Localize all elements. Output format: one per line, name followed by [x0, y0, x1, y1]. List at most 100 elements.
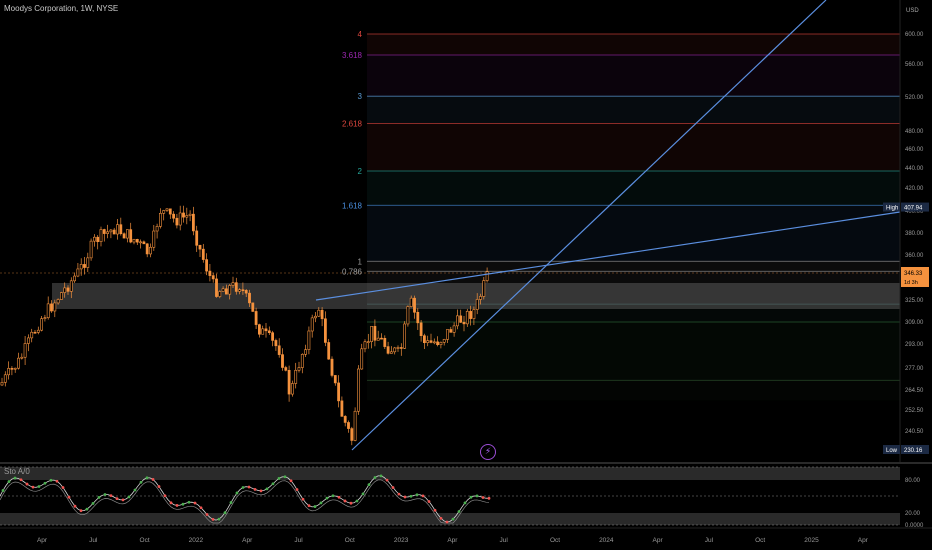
candle-body — [422, 335, 426, 344]
candle-body — [69, 280, 73, 292]
candle-body — [20, 356, 24, 359]
candle-body — [347, 422, 350, 429]
candle-body — [126, 229, 129, 239]
fib-band — [367, 55, 900, 97]
price-tick-label: 264.50 — [905, 388, 924, 394]
stoch-dot — [19, 478, 23, 482]
time-tick-label: Oct — [140, 537, 150, 544]
candle-body — [132, 239, 136, 243]
candle-body — [376, 337, 380, 341]
indicator-title: Sto A/0 — [4, 467, 30, 476]
candle-body — [482, 280, 486, 297]
stoch-dot — [349, 501, 353, 505]
stoch-dot — [367, 483, 371, 487]
price-tick-label: 277.00 — [905, 366, 924, 372]
candle-body — [267, 330, 271, 334]
candle-body — [93, 236, 96, 242]
candle-body — [23, 343, 27, 358]
stoch-dot — [85, 507, 89, 511]
candle-body — [452, 325, 456, 333]
candle-body — [330, 358, 334, 376]
candle-body — [162, 210, 166, 214]
candle-body — [43, 317, 47, 319]
candle-body — [76, 268, 80, 277]
price-tick-label: 560.00 — [905, 62, 924, 68]
candle-body — [439, 341, 443, 346]
candle-body — [238, 289, 242, 292]
fib-label: 3 — [358, 92, 363, 101]
indicator-tick-label: 0.0000 — [905, 523, 924, 529]
candle-body — [307, 330, 311, 350]
candle-body — [459, 315, 463, 323]
candle-body — [50, 303, 53, 312]
candle-body — [297, 367, 301, 371]
stoch-dot — [427, 500, 431, 503]
time-tick-label: Apr — [242, 537, 253, 544]
candle-body — [261, 328, 265, 335]
stoch-dot — [463, 501, 467, 505]
stoch-dot — [199, 506, 203, 510]
stoch-dot — [67, 495, 71, 499]
low-label: Low — [886, 448, 898, 454]
candle-body — [426, 340, 430, 344]
stoch-dot — [487, 496, 491, 500]
stoch-dot — [247, 485, 251, 489]
stoch-dot — [481, 496, 485, 499]
candle-body — [142, 241, 146, 245]
fib-label: 1.618 — [342, 201, 363, 210]
stoch-dot — [391, 486, 395, 489]
candle-body — [469, 311, 473, 319]
stoch-dot — [121, 498, 125, 502]
fib-label: 4 — [358, 30, 363, 39]
time-tick-label: Apr — [653, 537, 664, 544]
fib-labels: 4 3.618 3 2.618 2 1.618 10.786 — [342, 30, 363, 276]
stoch-dot — [73, 504, 77, 508]
stoch-dot — [343, 499, 347, 503]
candle-body — [317, 309, 321, 317]
stoch-dot — [103, 493, 107, 496]
stoch-dot — [295, 488, 299, 491]
candle-body — [353, 410, 357, 441]
stoch-dot — [475, 494, 479, 498]
stoch-dot — [361, 492, 365, 496]
stoch-dot — [433, 508, 437, 512]
candle-body — [225, 288, 228, 295]
price-tick-label: 325.00 — [905, 298, 924, 304]
candle-body — [198, 245, 202, 250]
fib-band — [367, 261, 900, 272]
stoch-dot — [313, 505, 317, 508]
price-tick-label: 440.00 — [905, 166, 924, 172]
candle-body — [17, 357, 20, 369]
candle-body — [192, 213, 195, 232]
candle-body — [244, 290, 248, 294]
price-chart[interactable]: 4 3.618 3 2.618 2 1.618 10.786 USD 600.00 560.00… — [0, 0, 932, 550]
candle-body — [416, 311, 420, 324]
fib-band — [367, 171, 900, 206]
candle-body — [432, 341, 436, 344]
candle-body — [485, 271, 489, 281]
fib-band — [367, 380, 900, 401]
price-tick-label: 520.00 — [905, 95, 924, 101]
candle-body — [63, 287, 67, 293]
price-tick-label: 420.00 — [905, 186, 924, 192]
candle-body — [119, 224, 123, 235]
lightning-icon[interactable]: ⚡ — [480, 444, 496, 460]
candle-body — [135, 239, 139, 243]
stoch-dot — [259, 489, 263, 493]
time-tick-label: Jul — [705, 537, 714, 544]
candle-body — [96, 236, 100, 243]
stoch-dot — [277, 477, 281, 480]
candle-body — [149, 246, 152, 255]
candle-body — [413, 297, 416, 313]
candle-body — [356, 368, 360, 412]
stoch-dot — [13, 476, 17, 480]
fib-label: 3.618 — [342, 51, 363, 60]
candle-body — [139, 241, 143, 244]
fib-label: 2.618 — [342, 119, 363, 128]
candle-body — [112, 229, 116, 235]
time-axis[interactable]: Apr Jul Oct 2022 Apr Jul Oct 2023 Apr Jul Oct 2024 A… — [0, 527, 932, 544]
stoch-dot — [43, 481, 47, 485]
price-tick-label: 293.00 — [905, 342, 924, 348]
price-tick-label: 309.00 — [905, 320, 924, 326]
time-tick-label: Apr — [858, 537, 869, 544]
